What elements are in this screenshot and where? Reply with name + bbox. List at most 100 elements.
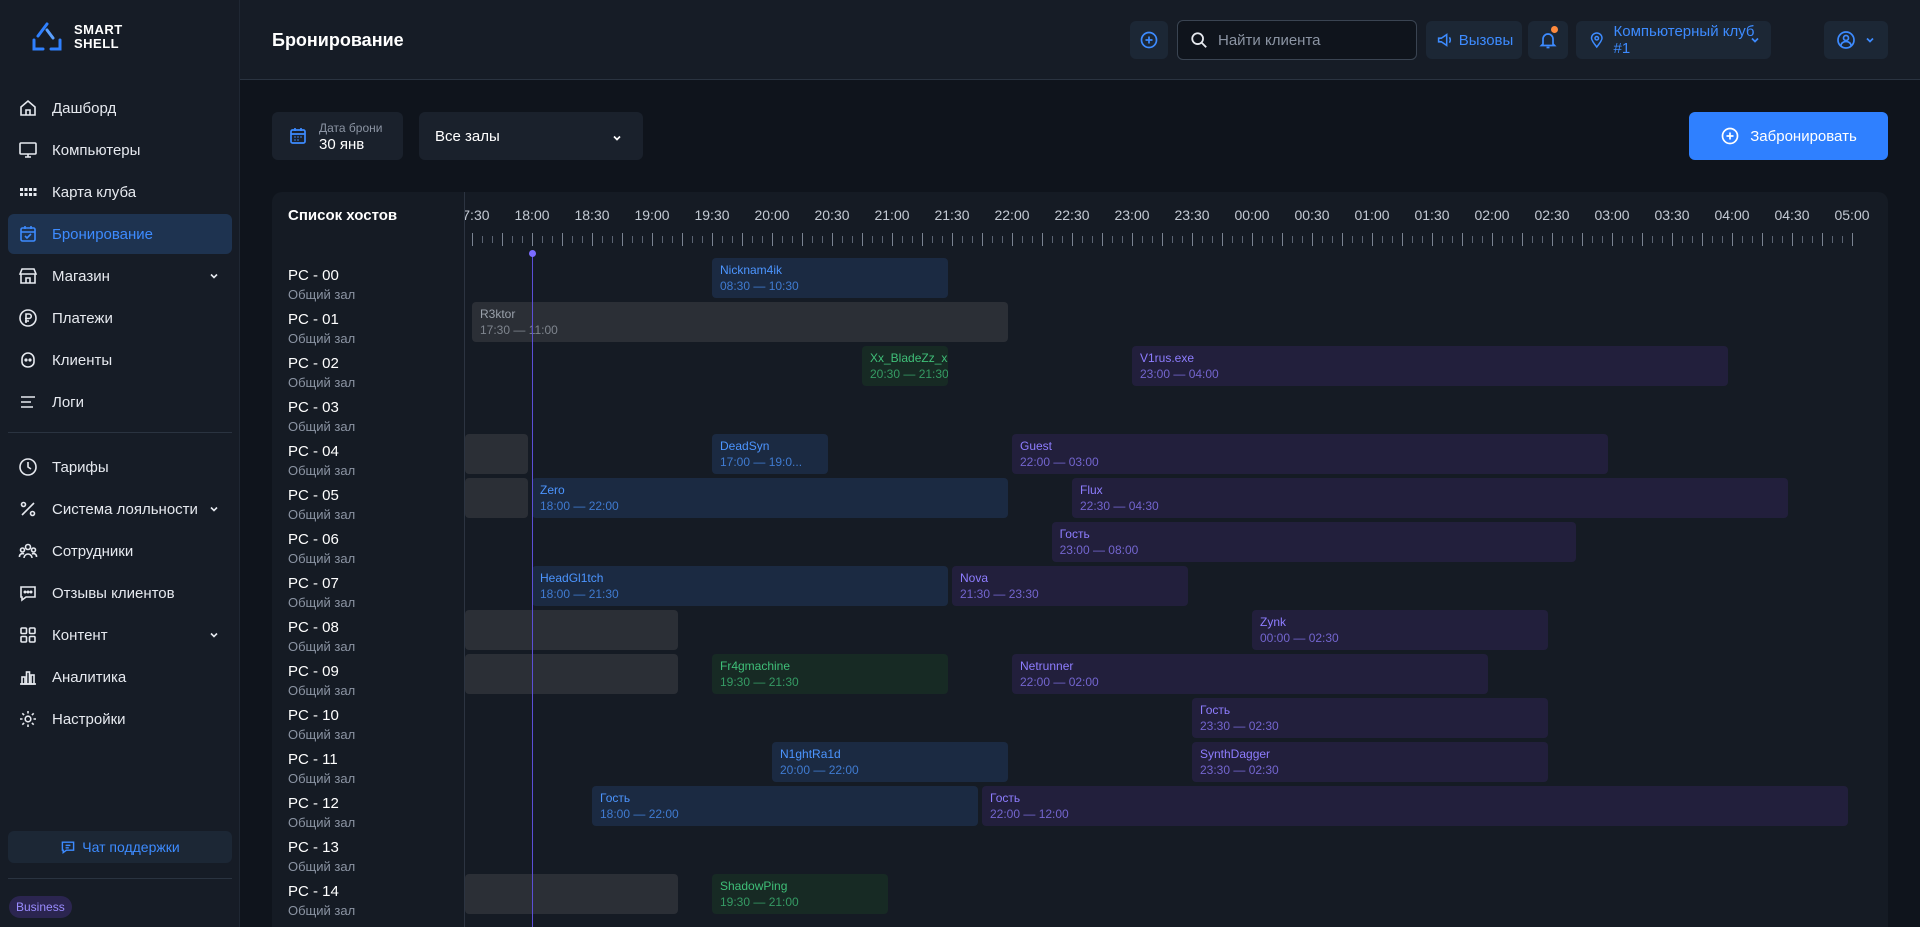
time-tick (772, 233, 773, 246)
booking-block[interactable]: Nova 21:30 — 23:30 (952, 566, 1188, 606)
club-selector[interactable]: Компьютерный клуб #1 (1576, 21, 1771, 59)
host-row[interactable]: PC - 01 Общий зал (288, 311, 355, 355)
sidebar-item-tariffs[interactable]: Тарифы (8, 447, 232, 487)
booking-block[interactable]: Xx_BladeZz_xX 20:30 — 21:30 (862, 346, 948, 386)
time-tick (1792, 233, 1793, 246)
booking-block[interactable] (465, 610, 678, 650)
booking-block[interactable]: Гость 23:30 — 02:30 (1192, 698, 1548, 738)
sidebar: SMART SHELL Дашборд Компьютеры Карта клу… (0, 0, 240, 927)
booking-block[interactable]: Zero 18:00 — 22:00 (532, 478, 1008, 518)
time-tick (682, 233, 683, 246)
search-input[interactable] (1218, 31, 1398, 49)
booking-block[interactable]: Гость 23:00 — 08:00 (1051, 522, 1576, 562)
sidebar-item-content[interactable]: Контент (8, 615, 232, 655)
timeline[interactable]: 17:30 18:00 18:30 19:00 19:30 20:00 20:30 21:00… (464, 192, 1888, 927)
notifications-button[interactable] (1528, 21, 1568, 59)
host-row[interactable]: PC - 00 Общий зал (288, 267, 355, 311)
time-tick (1502, 236, 1503, 243)
time-tick (1312, 233, 1313, 246)
booking-time: 23:30 — 02:30 (1200, 763, 1279, 777)
sidebar-item-store[interactable]: Магазин (8, 256, 232, 296)
sidebar-item-loyalty[interactable]: Система лояльности (8, 489, 232, 529)
sidebar-item-logs[interactable]: Логи (8, 382, 232, 422)
sidebar-item-reviews[interactable]: Отзывы клиентов (8, 573, 232, 613)
sidebar-item-analytics[interactable]: Аналитика (8, 657, 232, 697)
sidebar-item-payments[interactable]: Платежи (8, 298, 232, 338)
booking-block[interactable]: Netrunner 22:00 — 02:00 (1012, 654, 1488, 694)
booking-block[interactable] (465, 434, 528, 474)
booking-block[interactable]: Flux 22:30 — 04:30 (1072, 478, 1788, 518)
sidebar-item-label: Платежи (52, 309, 113, 327)
host-row[interactable]: PC - 11 Общий зал (288, 751, 355, 795)
time-tick (1642, 233, 1643, 246)
host-row[interactable]: PC - 02 Общий зал (288, 355, 355, 399)
time-tick (652, 233, 653, 246)
hall-select[interactable]: Все залы (419, 112, 643, 160)
support-chat-button[interactable]: Чат поддержки (8, 831, 232, 863)
booking-block[interactable]: Guest 22:00 — 03:00 (1012, 434, 1608, 474)
time-tick (522, 236, 523, 243)
booking-block[interactable]: Гость 18:00 — 22:00 (592, 786, 978, 826)
time-tick (1552, 233, 1553, 246)
host-row[interactable]: PC - 06 Общий зал (288, 531, 355, 575)
add-button[interactable] (1130, 21, 1168, 59)
booking-block[interactable] (465, 654, 678, 694)
grid-dots-icon (20, 188, 37, 196)
sidebar-item-label: Тарифы (52, 458, 109, 476)
time-tick (1442, 236, 1443, 243)
sidebar-item-label: Аналитика (52, 668, 127, 686)
booking-block[interactable]: DeadSyn 17:00 — 19:0... (712, 434, 828, 474)
host-row[interactable]: PC - 07 Общий зал (288, 575, 355, 619)
book-button[interactable]: Забронировать (1689, 112, 1888, 160)
time-label: 22:30 (1054, 207, 1090, 223)
profile-menu[interactable] (1824, 21, 1888, 59)
sidebar-item-computers[interactable]: Компьютеры (8, 130, 232, 170)
booking-block[interactable] (465, 874, 678, 914)
time-tick (872, 236, 873, 243)
booking-block[interactable]: V1rus.exe 23:00 — 04:00 (1132, 346, 1728, 386)
booking-block[interactable]: R3ktor 17:30 — 11:00 (472, 302, 1008, 342)
time-tick (1732, 233, 1733, 246)
booking-date-picker[interactable]: Дата брони 30 янв (272, 112, 403, 160)
bell-icon (1539, 33, 1557, 49)
booking-block[interactable]: HeadGl1tch 18:00 — 21:30 (532, 566, 948, 606)
booking-block[interactable]: SynthDagger 23:30 — 02:30 (1192, 742, 1548, 782)
host-name: PC - 10 (288, 707, 339, 724)
host-row[interactable]: PC - 04 Общий зал (288, 443, 355, 487)
sidebar-item-settings[interactable]: Настройки (8, 699, 232, 739)
booking-block[interactable]: Zynk 00:00 — 02:30 (1252, 610, 1548, 650)
booking-block[interactable] (465, 478, 528, 518)
sidebar-item-club-map[interactable]: Карта клуба (8, 172, 232, 212)
booking-time: 22:30 — 04:30 (1080, 499, 1159, 513)
time-tick (1122, 236, 1123, 243)
time-tick (1672, 233, 1673, 246)
booking-client: Гость (600, 791, 631, 805)
sidebar-item-booking[interactable]: Бронирование (8, 214, 232, 254)
booking-block[interactable]: Гость 22:00 — 12:00 (982, 786, 1848, 826)
booking-block[interactable]: ShadowPing 19:30 — 21:00 (712, 874, 888, 914)
time-tick (532, 233, 533, 246)
sidebar-item-clients[interactable]: Клиенты (8, 340, 232, 380)
host-row[interactable]: PC - 10 Общий зал (288, 707, 355, 751)
logo[interactable]: SMART SHELL (30, 22, 123, 52)
chevron-down-icon (210, 273, 218, 279)
client-search[interactable] (1177, 20, 1417, 60)
chevron-down-icon (210, 632, 218, 638)
booking-block[interactable]: Fr4gmachine 19:30 — 21:30 (712, 654, 948, 694)
booking-block[interactable]: Nicknam4ik 08:30 — 10:30 (712, 258, 948, 298)
booking-block[interactable]: N1ghtRa1d 20:00 — 22:00 (772, 742, 1008, 782)
time-tick (1092, 236, 1093, 243)
sidebar-item-staff[interactable]: Сотрудники (8, 531, 232, 571)
sidebar-item-dashboard[interactable]: Дашборд (8, 88, 232, 128)
host-row[interactable]: PC - 09 Общий зал (288, 663, 355, 707)
time-tick (1382, 236, 1383, 243)
host-row[interactable]: PC - 05 Общий зал (288, 487, 355, 531)
host-row[interactable]: PC - 13 Общий зал (288, 839, 355, 883)
time-label: 23:30 (1174, 207, 1210, 223)
host-row[interactable]: PC - 14 Общий зал (288, 883, 355, 927)
host-row[interactable]: PC - 03 Общий зал (288, 399, 355, 443)
calls-button[interactable]: Вызовы (1426, 21, 1522, 59)
host-row[interactable]: PC - 12 Общий зал (288, 795, 355, 839)
host-row[interactable]: PC - 08 Общий зал (288, 619, 355, 663)
sidebar-item-label: Сотрудники (52, 542, 134, 560)
